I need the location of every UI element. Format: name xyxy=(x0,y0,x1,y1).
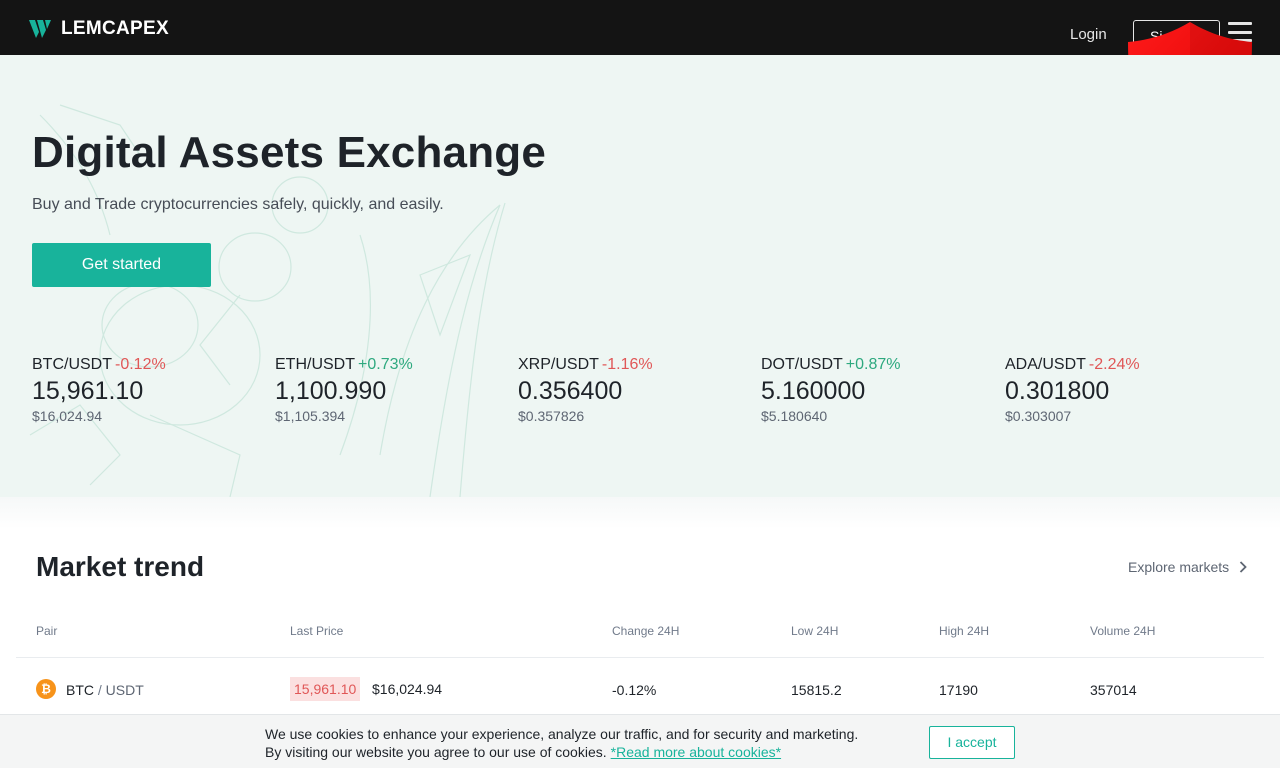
ticker-pair: XRP/USDT xyxy=(518,356,599,373)
ticker-card[interactable]: DOT/USDT +0.87% 5.160000 $5.180640 xyxy=(761,356,991,424)
ticker-price: 0.301800 xyxy=(1005,377,1110,405)
ticker-usd-price: $5.180640 xyxy=(761,408,828,424)
bitcoin-icon: ₿ xyxy=(36,679,56,699)
hero-subtitle: Buy and Trade cryptocurrencies safely, q… xyxy=(32,196,444,213)
ticker-usd-price: $16,024.94 xyxy=(32,408,103,424)
ticker-price: 1,100.990 xyxy=(275,377,387,405)
column-header-high[interactable]: High 24H xyxy=(939,624,989,638)
column-header-change[interactable]: Change 24H xyxy=(612,624,679,638)
lemcapex-logo-icon xyxy=(29,20,51,38)
chevron-right-icon xyxy=(1240,561,1247,573)
change-24h: -0.12% xyxy=(612,682,657,698)
ticker-pair: ADA/USDT xyxy=(1005,356,1086,373)
ticker-change: -2.24% xyxy=(1088,356,1140,373)
row-pair: BTC / USDT xyxy=(66,682,144,698)
table-divider xyxy=(16,657,1264,658)
high-24h: 17190 xyxy=(939,682,978,698)
login-link[interactable]: Login xyxy=(1070,26,1107,43)
low-24h: 15815.2 xyxy=(791,682,842,698)
table-row[interactable]: ₿ BTC / USDT 15,961.10 $16,024.94 -0.12%… xyxy=(0,667,1280,711)
ticker-price: 15,961.10 xyxy=(32,377,144,405)
ticker-card[interactable]: XRP/USDT -1.16% 0.356400 $0.357826 xyxy=(518,356,748,424)
pair-quote: USDT xyxy=(105,682,144,698)
ticker-price: 0.356400 xyxy=(518,377,623,405)
ticker-price: 5.160000 xyxy=(761,377,866,405)
volume-24h: 357014 xyxy=(1090,682,1137,698)
explore-markets-label: Explore markets xyxy=(1128,559,1230,575)
get-started-button[interactable]: Get started xyxy=(32,243,211,287)
hero-title: Digital Assets Exchange xyxy=(32,128,547,177)
column-header-volume[interactable]: Volume 24H xyxy=(1090,624,1155,638)
ticker-card[interactable]: ETH/USDT +0.73% 1,100.990 $1,105.394 xyxy=(275,356,505,424)
column-header-pair[interactable]: Pair xyxy=(36,624,57,638)
top-navigation-bar: LEMCAPEX Login Si xyxy=(0,0,1280,55)
ticker-pair: BTC/USDT xyxy=(32,356,112,373)
explore-markets-link[interactable]: Explore markets xyxy=(1128,559,1247,575)
ticker-usd-price: $1,105.394 xyxy=(275,408,346,424)
ticker-change: -1.16% xyxy=(601,356,653,373)
ticker-usd-price: $0.303007 xyxy=(1005,408,1072,424)
section-shadow xyxy=(0,497,1280,529)
ticker-card[interactable]: ADA/USDT -2.24% 0.301800 $0.303007 xyxy=(1005,356,1235,424)
cookie-line-1: We use cookies to enhance your experienc… xyxy=(265,726,859,742)
cookie-line-2: By visiting our website you agree to our… xyxy=(265,744,607,760)
ticker-card[interactable]: BTC/USDT -0.12% 15,961.10 $16,024.94 xyxy=(32,356,262,424)
pair-base: BTC xyxy=(66,682,94,698)
market-trend-title: Market trend xyxy=(36,551,205,582)
cookie-policy-link[interactable]: *Read more about cookies* xyxy=(611,744,781,760)
ticker-pair: DOT/USDT xyxy=(761,356,843,373)
last-price: 15,961.10 xyxy=(290,677,361,701)
ticker-change: -0.12% xyxy=(115,356,166,373)
column-header-low[interactable]: Low 24H xyxy=(791,624,838,638)
cookie-consent-bar: We use cookies to enhance your experienc… xyxy=(0,714,1280,768)
column-header-last-price[interactable]: Last Price xyxy=(290,624,343,638)
hero-section: Digital Assets Exchange Buy and Trade cr… xyxy=(0,55,1280,497)
pair-separator: / xyxy=(97,682,102,698)
brand-logo[interactable]: LEMCAPEX xyxy=(28,18,169,40)
brand-name: LEMCAPEX xyxy=(61,18,169,39)
ticker-change: +0.73% xyxy=(358,356,413,373)
ticker-usd-price: $0.357826 xyxy=(518,408,585,424)
last-price-usd: $16,024.94 xyxy=(372,681,443,697)
ticker-change: +0.87% xyxy=(845,356,901,373)
ticker-pair: ETH/USDT xyxy=(275,356,355,373)
cookie-message: We use cookies to enhance your experienc… xyxy=(265,725,858,761)
accept-cookies-button[interactable]: I accept xyxy=(929,726,1015,759)
